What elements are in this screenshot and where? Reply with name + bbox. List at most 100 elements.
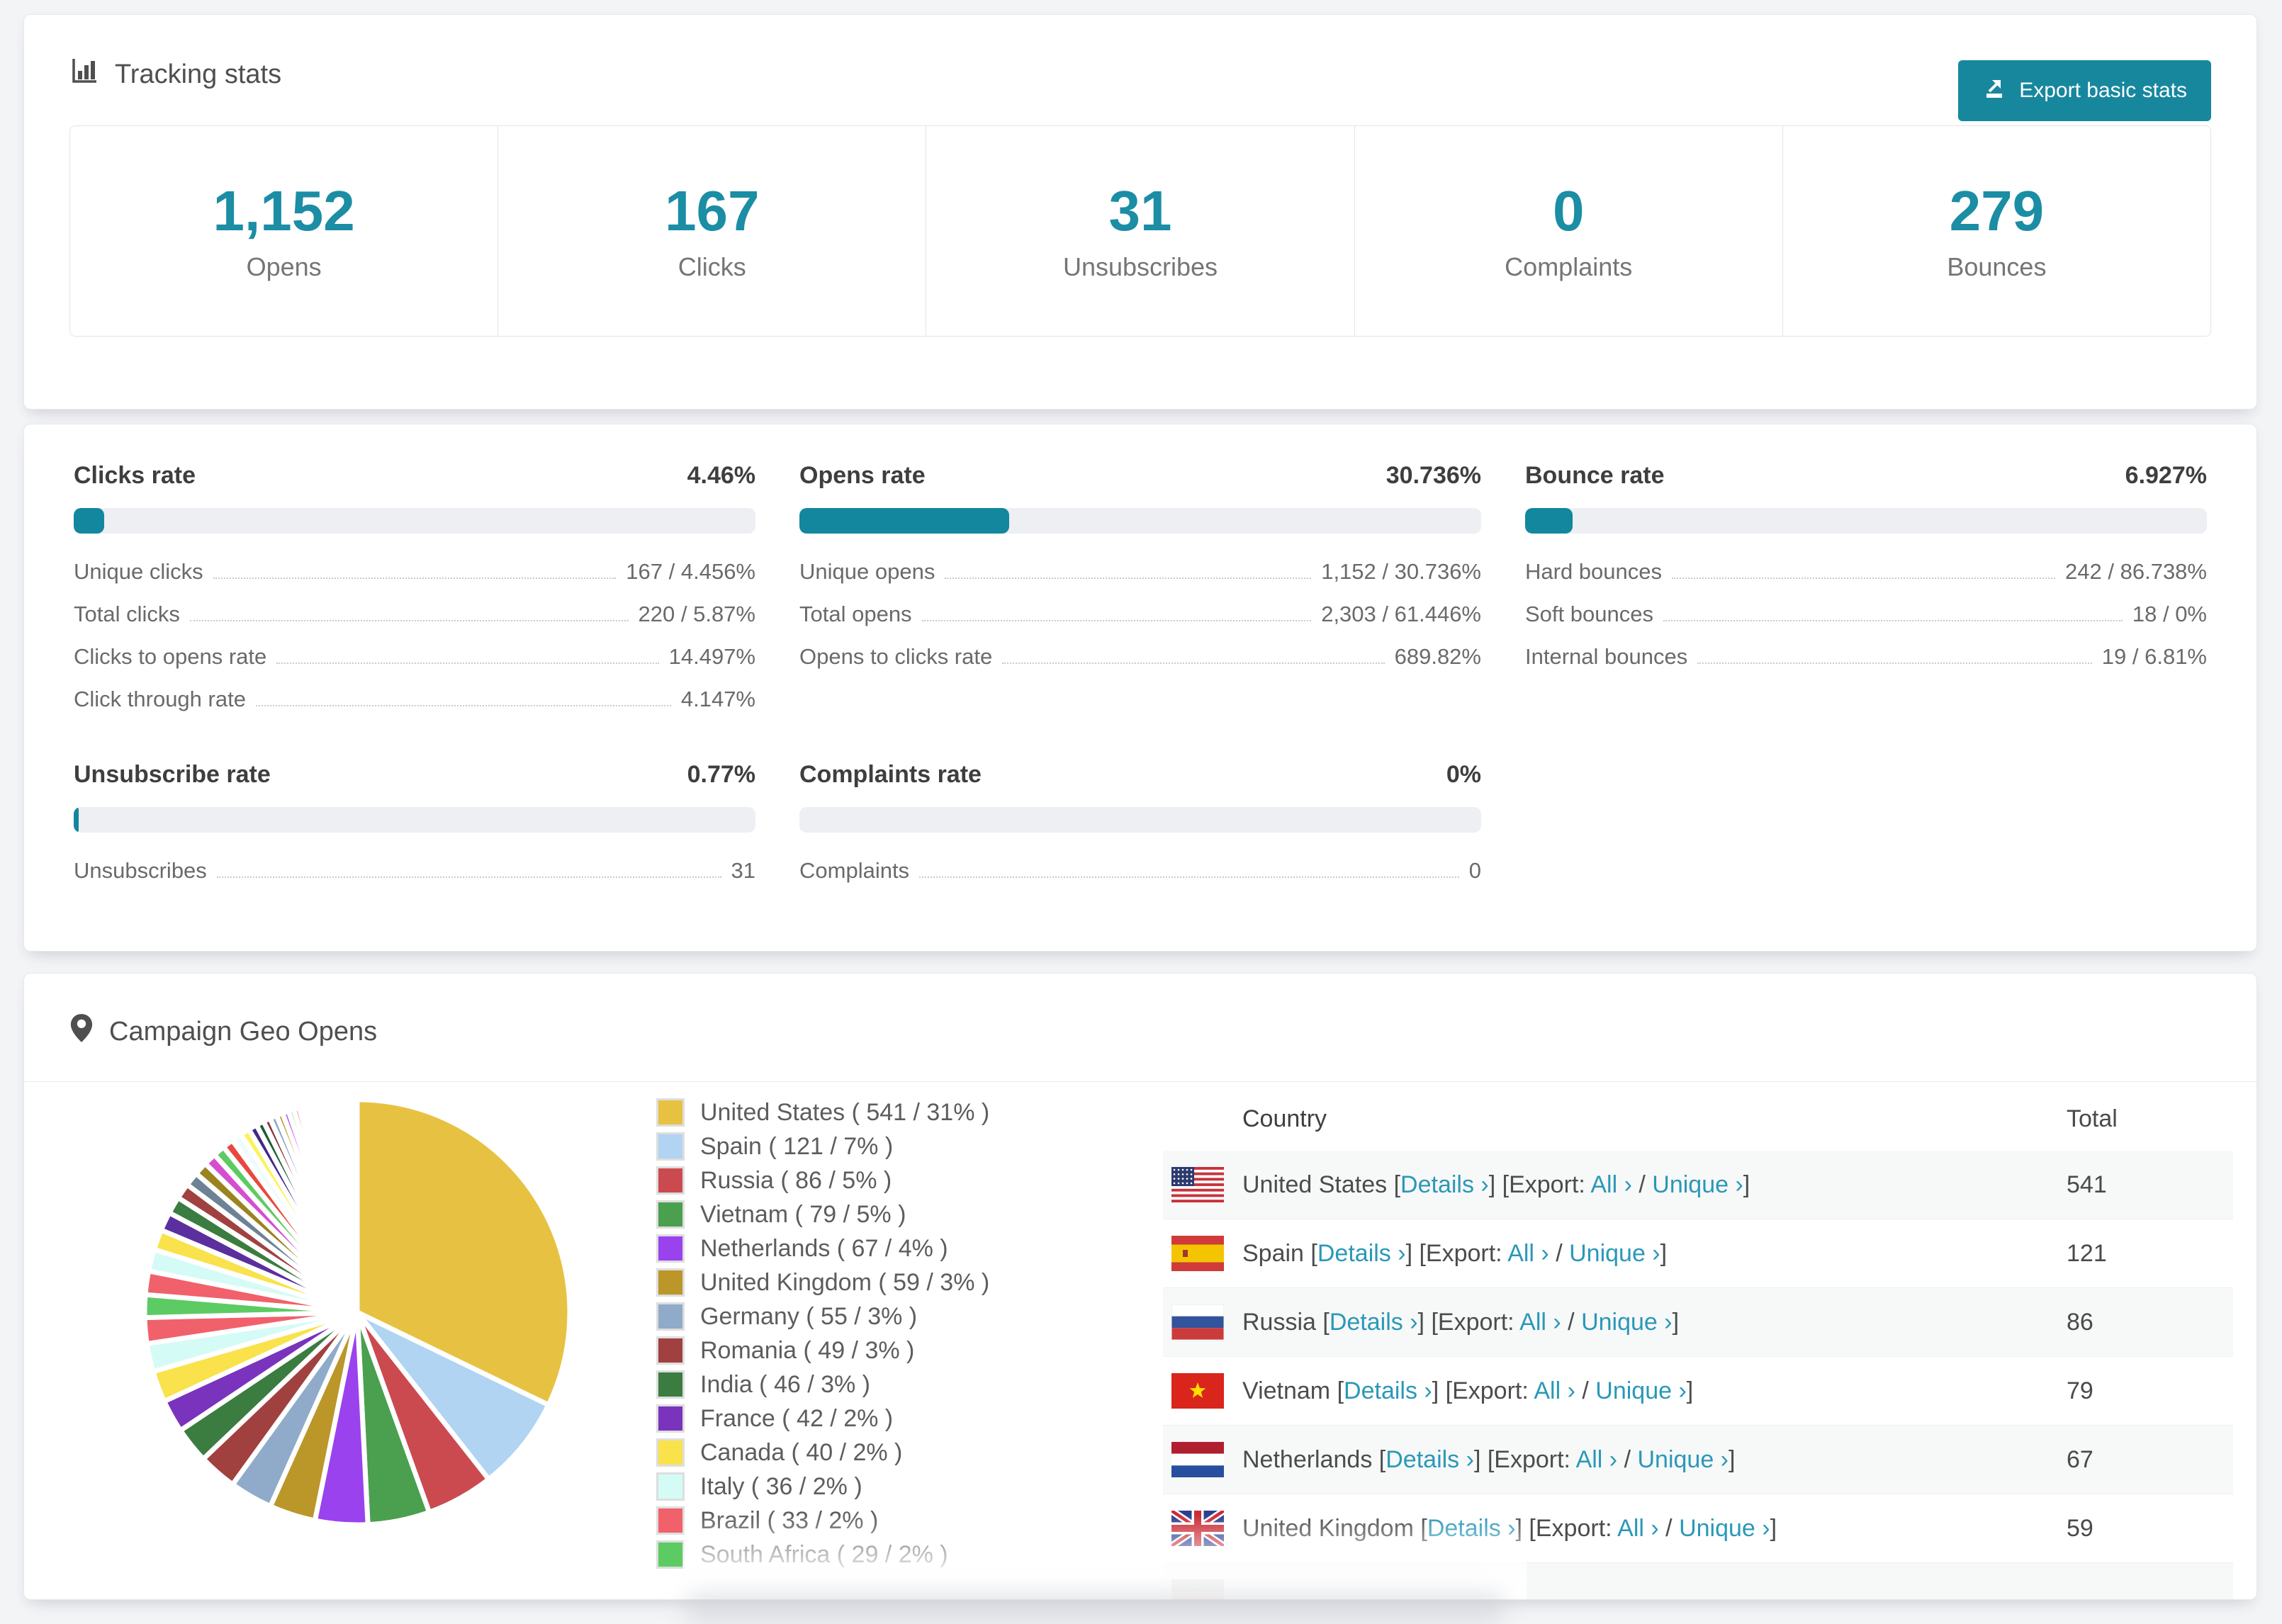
country-export-unique-link[interactable]: Unique › <box>1569 1240 1660 1267</box>
legend-label: Russia ( 86 / 5% ) <box>700 1167 892 1194</box>
rate-row-value: 4.147% <box>680 687 755 711</box>
rate-row-label: Unique clicks <box>74 559 203 584</box>
export-icon <box>1982 76 2006 106</box>
country-export-unique-link[interactable]: Unique › <box>1637 1446 1729 1473</box>
rate-section-title: Clicks rate <box>74 462 196 489</box>
geo-table-total-cell: 59 <box>2067 1514 2093 1542</box>
rate-rows: Hard bounces 242 / 86.738% Soft bounces 18 … <box>1525 551 2207 678</box>
pie-slice-63[interactable] <box>354 1097 360 1313</box>
rate-row: Internal bounces 19 / 6.81% <box>1525 636 2207 678</box>
country-export-all-link[interactable]: All › <box>1519 1309 1561 1336</box>
country-export-all-link[interactable]: All › <box>1507 1240 1549 1267</box>
rate-row-label: Hard bounces <box>1525 559 1663 584</box>
legend-item-france[interactable]: France ( 42 / 2% ) <box>656 1404 989 1433</box>
rate-row-value: 1,152 / 30.736% <box>1321 559 1481 584</box>
rate-section-value: 30.736% <box>1386 462 1481 489</box>
rate-section-value: 6.927% <box>2125 462 2207 489</box>
country-export-unique-link[interactable]: Unique › <box>1679 1515 1770 1542</box>
legend-label: United Kingdom ( 59 / 3% ) <box>700 1269 990 1296</box>
country-name: United States <box>1242 1171 1388 1198</box>
legend-item-romania[interactable]: Romania ( 49 / 3% ) <box>656 1336 989 1365</box>
rate-progress-fill <box>74 508 104 534</box>
legend-swatch <box>656 1404 685 1433</box>
geo-table-country-cell: Spain [Details ›] [Export: All › / Uniqu… <box>1163 1236 2067 1271</box>
campaign-geo-opens-card: Campaign Geo Opens United States ( 541 /… <box>23 973 2257 1600</box>
rate-section-opens-rate: Opens rate 30.736% Unique opens 1,152 / 30.… <box>799 461 1481 721</box>
country-details-link[interactable]: Details › <box>1386 1446 1474 1473</box>
country-export-unique-link[interactable]: Unique › <box>1595 1377 1687 1404</box>
dotted-leader <box>1663 620 2123 621</box>
legend-item-netherlands[interactable]: Netherlands ( 67 / 4% ) <box>656 1234 989 1263</box>
rate-row-label: Clicks to opens rate <box>74 644 267 669</box>
rate-section-unsubscribe-rate: Unsubscribe rate 0.77% Unsubscribes 31 <box>74 760 755 892</box>
legend-item-canada[interactable]: Canada ( 40 / 2% ) <box>656 1438 989 1467</box>
stat-box-clicks: 167 Clicks <box>498 126 927 336</box>
legend-item-russia[interactable]: Russia ( 86 / 5% ) <box>656 1166 989 1195</box>
country-details-link[interactable]: Details › <box>1330 1309 1418 1336</box>
rate-rows: Complaints 0 <box>799 850 1481 892</box>
rate-row: Total clicks 220 / 5.87% <box>74 593 755 636</box>
country-links-text: Netherlands [Details ›] [Export: All › /… <box>1242 1445 1736 1473</box>
rate-row-value: 14.497% <box>668 644 755 669</box>
legend-swatch <box>656 1132 685 1161</box>
legend-item-italy[interactable]: Italy ( 36 / 2% ) <box>656 1472 989 1501</box>
country-name: Vietnam <box>1242 1377 1331 1404</box>
country-details-link[interactable]: Details › <box>1317 1240 1406 1267</box>
dotted-leader <box>1672 577 2056 579</box>
country-details-link[interactable]: Details › <box>1344 1377 1432 1404</box>
rate-progress-bar <box>1525 508 2207 534</box>
rate-section-title: Unsubscribe rate <box>74 761 271 788</box>
rate-progress-bar <box>799 807 1481 833</box>
stat-label: Unsubscribes <box>1062 252 1218 281</box>
legend-label: Canada ( 40 / 2% ) <box>700 1439 903 1466</box>
rate-section-title: Opens rate <box>799 462 926 489</box>
dotted-leader <box>921 620 1312 621</box>
country-links-text: United States [Details ›] [Export: All ›… <box>1242 1171 1750 1198</box>
rate-row: Click through rate 4.147% <box>74 678 755 721</box>
legend-swatch <box>656 1098 685 1127</box>
rate-rows: Unique clicks 167 / 4.456% Total clicks 220… <box>74 551 755 721</box>
country-name: Spain <box>1242 1239 1304 1267</box>
country-export-all-link[interactable]: All › <box>1534 1377 1575 1404</box>
legend-label: Romania ( 49 / 3% ) <box>700 1337 915 1364</box>
geo-table-country-cell: Vietnam [Details ›] [Export: All › / Uni… <box>1163 1373 2067 1409</box>
country-export-unique-link[interactable]: Unique › <box>1581 1309 1673 1336</box>
country-details-link[interactable]: Details › <box>1427 1515 1516 1542</box>
geo-header: Campaign Geo Opens <box>24 974 2256 1082</box>
legend-item-south-africa[interactable]: South Africa ( 29 / 2% ) <box>656 1540 989 1569</box>
stat-box-unsubscribes: 31 Unsubscribes <box>926 126 1355 336</box>
tracking-stats-header: Tracking stats <box>24 15 2256 93</box>
country-export-unique-link[interactable]: Unique › <box>1652 1171 1743 1198</box>
legend-item-brazil[interactable]: Brazil ( 33 / 2% ) <box>656 1506 989 1535</box>
geo-table-row: Russia [Details ›] [Export: All › / Uniq… <box>1163 1288 2233 1357</box>
legend-swatch <box>656 1472 685 1501</box>
rate-progress-fill <box>74 807 79 833</box>
stat-value: 31 <box>1108 179 1172 242</box>
legend-item-united-kingdom[interactable]: United Kingdom ( 59 / 3% ) <box>656 1268 989 1297</box>
rate-section-header: Unsubscribe rate 0.77% <box>74 760 755 789</box>
legend-item-spain[interactable]: Spain ( 121 / 7% ) <box>656 1132 989 1161</box>
legend-item-vietnam[interactable]: Vietnam ( 79 / 5% ) <box>656 1200 989 1229</box>
rate-row: Clicks to opens rate 14.497% <box>74 636 755 678</box>
legend-item-united-states[interactable]: United States ( 541 / 31% ) <box>656 1098 989 1127</box>
legend-item-india[interactable]: India ( 46 / 3% ) <box>656 1370 989 1399</box>
rate-row-value: 167 / 4.456% <box>626 559 755 584</box>
country-details-link[interactable]: Details › <box>1400 1171 1489 1198</box>
country-export-all-link[interactable]: All › <box>1576 1446 1618 1473</box>
rate-row-label: Unsubscribes <box>74 858 207 883</box>
map-marker-icon <box>69 1012 94 1051</box>
legend-item-germany[interactable]: Germany ( 55 / 3% ) <box>656 1302 989 1331</box>
rate-section-value: 0.77% <box>687 761 755 788</box>
dotted-leader <box>1697 662 2092 664</box>
rate-section-header: Clicks rate 4.46% <box>74 461 755 490</box>
dotted-leader <box>213 577 617 579</box>
legend-label: South Africa ( 29 / 2% ) <box>700 1541 948 1568</box>
stat-label: Opens <box>246 252 322 281</box>
country-export-all-link[interactable]: All › <box>1617 1515 1659 1542</box>
export-basic-stats-button[interactable]: Export basic stats <box>1958 60 2211 121</box>
rate-section-header: Bounce rate 6.927% <box>1525 461 2207 490</box>
geo-table-total-cell: 541 <box>2067 1171 2107 1198</box>
country-name: United Kingdom <box>1242 1514 1414 1542</box>
rate-section-header: Opens rate 30.736% <box>799 461 1481 490</box>
country-export-all-link[interactable]: All › <box>1590 1171 1632 1198</box>
